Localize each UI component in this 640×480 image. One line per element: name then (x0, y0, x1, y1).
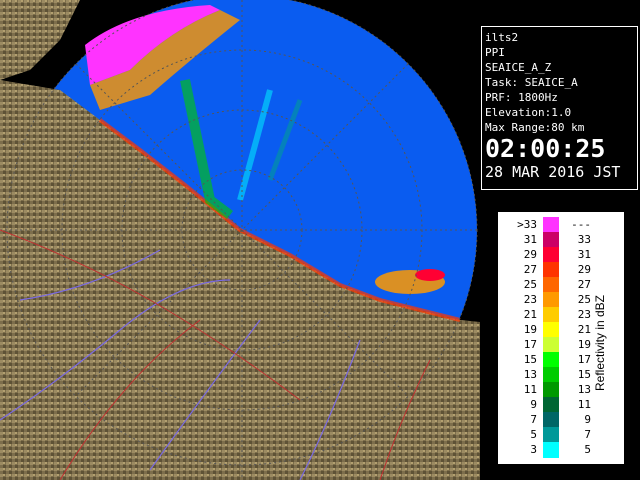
legend-upper-bound: 11 (577, 398, 591, 411)
legend-upper-bound: 27 (577, 278, 591, 291)
legend-lower-bound: 7 (530, 413, 537, 426)
legend-lower-bound: 13 (523, 368, 537, 381)
radar-ppi-display (0, 0, 480, 480)
legend-swatch (543, 322, 559, 338)
legend-swatch (543, 292, 559, 308)
legend-title: Reflectivity in dBZ (595, 295, 607, 391)
legend-row: 29 31 (499, 247, 599, 263)
legend-upper-bound: 29 (577, 263, 591, 276)
legend-upper-bound: 25 (577, 293, 591, 306)
legend-lower-bound: 11 (523, 383, 537, 396)
legend-title-text: Reflectivity in dBZ (595, 295, 607, 391)
legend-swatch (543, 382, 559, 398)
legend-swatch (543, 337, 559, 353)
legend-upper-bound: 13 (577, 383, 591, 396)
legend-lower-bound: 31 (523, 233, 537, 246)
legend-row: 11 13 (499, 382, 599, 398)
legend-row: 9 11 (499, 397, 599, 413)
legend-swatch (543, 232, 559, 248)
legend-lower-bound: 25 (523, 278, 537, 291)
legend-row: 31 33 (499, 232, 599, 248)
legend-swatch (543, 262, 559, 278)
task-name: Task: SEAICE_A (485, 76, 578, 89)
legend-upper-bound: 31 (577, 248, 591, 261)
legend-lower-bound: 27 (523, 263, 537, 276)
legend-upper-bound: 5 (584, 443, 591, 456)
legend-lower-bound: 29 (523, 248, 537, 261)
legend-swatch (543, 247, 559, 263)
legend-lower-bound: 15 (523, 353, 537, 366)
legend-row: 15 17 (499, 352, 599, 368)
scan-type: PPI (485, 46, 505, 59)
legend-lower-bound: >33 (517, 218, 537, 231)
legend-swatch (543, 307, 559, 323)
legend-upper-bound: 17 (577, 353, 591, 366)
legend-lower-bound: 21 (523, 308, 537, 321)
legend-upper-bound: 7 (584, 428, 591, 441)
max-range-value: Max Range:80 km (485, 121, 585, 134)
legend-row: 57 (499, 427, 599, 443)
product-name: SEAICE_A_Z (485, 61, 552, 74)
reflectivity-legend: >33 --- 31 33 29 31 27 29 25 27 23 25 21 23 19 21 17 19 15… (498, 212, 624, 464)
scan-info-panel: ilts2 PPI SEAICE_A_Z Task: SEAICE_A PRF:… (481, 26, 638, 190)
legend-lower-bound: 5 (530, 428, 537, 441)
legend-row: 25 27 (499, 277, 599, 293)
legend-row: 17 19 (499, 337, 599, 353)
legend-swatch (543, 352, 559, 368)
legend-lower-bound: 23 (523, 293, 537, 306)
prf-value: PRF: 1800Hz (485, 91, 558, 104)
legend-row: 27 29 (499, 262, 599, 278)
legend-row: >33 --- (499, 217, 599, 233)
scan-date: 28 MAR 2016 JST (485, 163, 621, 181)
legend-row: 79 (499, 412, 599, 428)
legend-lower-bound: 17 (523, 338, 537, 351)
scan-time: 02:00:25 (485, 134, 606, 163)
legend-swatch (543, 397, 559, 413)
legend-swatch (543, 427, 559, 443)
legend-row: 19 21 (499, 322, 599, 338)
site-name: ilts2 (485, 31, 519, 44)
legend-lower-bound: 3 (530, 443, 537, 456)
elevation-value: Elevation:1.0 (485, 106, 572, 119)
legend-swatch (543, 367, 559, 383)
legend-swatch (543, 412, 559, 428)
legend-upper-bound: --- (571, 218, 591, 231)
legend-upper-bound: 21 (577, 323, 591, 336)
legend-upper-bound: 33 (577, 233, 591, 246)
legend-lower-bound: 19 (523, 323, 537, 336)
legend-swatch (543, 277, 559, 293)
legend-row: 21 23 (499, 307, 599, 323)
legend-row: 23 25 (499, 292, 599, 308)
legend-row: 13 15 (499, 367, 599, 383)
legend-swatch (543, 442, 559, 458)
legend-upper-bound: 23 (577, 308, 591, 321)
legend-lower-bound: 9 (530, 398, 537, 411)
legend-upper-bound: 19 (577, 338, 591, 351)
legend-upper-bound: 9 (584, 413, 591, 426)
legend-upper-bound: 15 (577, 368, 591, 381)
legend-row: 35 (499, 442, 599, 458)
legend-swatch (543, 217, 559, 233)
